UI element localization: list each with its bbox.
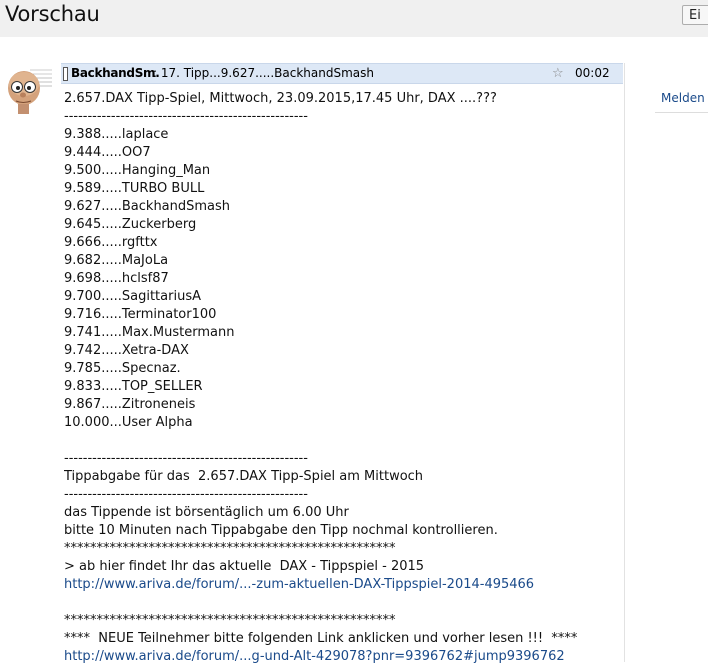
- post-line: ----------------------------------------…: [64, 487, 308, 502]
- top-bar: Vorschau Ei: [0, 0, 708, 37]
- post-header[interactable]: BackhandSm. : 17. Tipp...9.627.....Backh…: [61, 63, 623, 84]
- star-icon[interactable]: ☆: [552, 64, 564, 83]
- post-line: ****************************************…: [64, 613, 396, 628]
- post-line: 9.500.....Hanging_Man: [64, 163, 211, 178]
- post-line: 9.742.....Xetra-DAX: [64, 343, 189, 358]
- post-line: 9.785.....Specnaz.: [64, 361, 181, 376]
- post-time: 00:02: [575, 66, 610, 80]
- post-line: 9.867.....Zitroneneis: [64, 397, 196, 412]
- post-line: 9.833.....TOP_SELLER: [64, 379, 203, 394]
- post-subject[interactable]: : 17. Tipp...9.627.....BackhandSmash: [153, 64, 374, 83]
- post-link[interactable]: http://www.ariva.de/forum/...g-und-Alt-4…: [64, 648, 620, 666]
- post-line: 9.700.....SagittariusA: [64, 289, 201, 304]
- post-line: 9.444.....OO7: [64, 145, 151, 160]
- post-line: **** NEUE Teilnehmer bitte folgenden Lin…: [64, 631, 578, 646]
- post-line: Tippabgabe für das 2.657.DAX Tipp-Spiel …: [64, 469, 424, 484]
- post-link[interactable]: http://www.ariva.de/forum/...-zum-aktuel…: [64, 576, 620, 594]
- post-line: [64, 432, 620, 450]
- avatar-image: [0, 64, 54, 114]
- post-line: 9.645.....Zuckerberg: [64, 217, 197, 232]
- post-line: ----------------------------------------…: [64, 451, 308, 466]
- post-line: 9.698.....hclsf87: [64, 271, 169, 286]
- post-line: 9.388.....laplace: [64, 127, 169, 142]
- post-body: 2.657.DAX Tipp-Spiel, Mittwoch, 23.09.20…: [64, 90, 620, 666]
- post-line: das Tippende ist börsentäglich um 6.00 U…: [64, 505, 349, 520]
- select-checkbox[interactable]: [63, 67, 68, 81]
- post-line: ----------------------------------------…: [64, 109, 308, 124]
- post-author[interactable]: BackhandSm.: [71, 64, 160, 83]
- divider: [655, 112, 708, 113]
- post-line: 9.682.....MaJoLa: [64, 253, 169, 268]
- post-line: bitte 10 Minuten nach Tippabgabe den Tip…: [64, 523, 498, 538]
- post-line: > ab hier findet Ihr das aktuelle DAX - …: [64, 559, 425, 574]
- post-line: [64, 594, 620, 612]
- avatar[interactable]: [0, 64, 54, 114]
- post-actions-column: Melden: [624, 63, 708, 662]
- post-line: ****************************************…: [64, 541, 396, 556]
- top-right-button[interactable]: Ei: [682, 5, 708, 25]
- post-line: 9.716.....Terminator100: [64, 307, 217, 322]
- post-line: 2.657.DAX Tipp-Spiel, Mittwoch, 23.09.20…: [64, 91, 497, 106]
- report-link[interactable]: Melden: [661, 91, 705, 105]
- post-line: 9.589.....TURBO BULL: [64, 181, 205, 196]
- post-line: 9.741.....Max.Mustermann: [64, 325, 235, 340]
- post-line: 10.000...User Alpha: [64, 415, 193, 430]
- post-line: 9.666.....rgfttx: [64, 235, 158, 250]
- page-title: Vorschau: [5, 2, 100, 26]
- post-line: 9.627.....BackhandSmash: [64, 199, 231, 214]
